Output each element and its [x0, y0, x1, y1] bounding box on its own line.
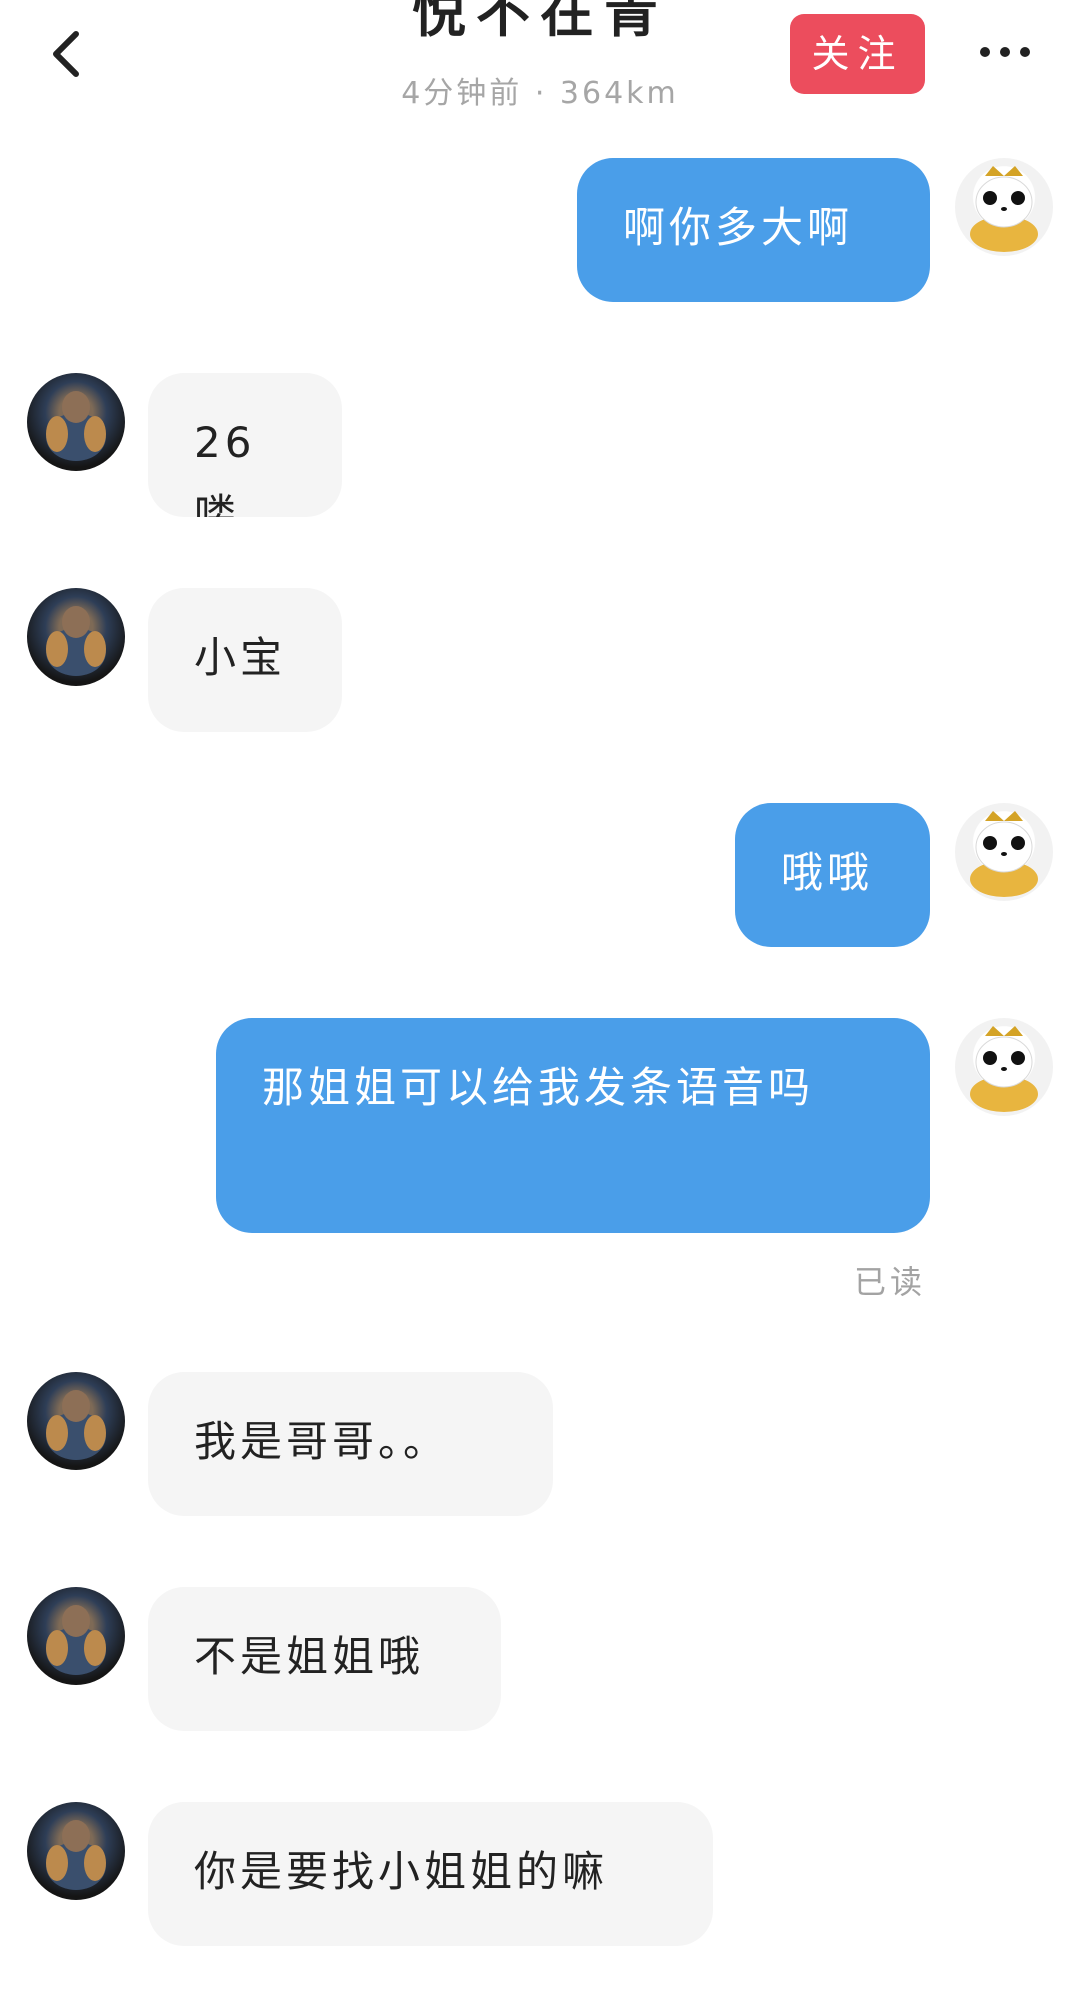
message-bubble[interactable]: 哦哦 — [735, 803, 930, 947]
user-avatar[interactable] — [955, 803, 1053, 901]
message-text: 那姐姐可以给我发条语音吗 — [262, 1063, 815, 1112]
more-dots-icon[interactable] — [970, 22, 1040, 82]
message-text: 我是哥哥。。 — [194, 1417, 450, 1466]
message-text: 不是姐姐哦 — [194, 1632, 425, 1681]
message-bubble[interactable]: 不是姐姐哦 — [148, 1587, 501, 1731]
message-row: 哦哦 — [0, 803, 1080, 953]
follow-button[interactable]: 关注 — [790, 14, 925, 94]
user-avatar[interactable] — [955, 158, 1053, 256]
message-text: 26喽 — [194, 418, 256, 517]
message-row: 你是要找小姐姐的嘛 — [0, 1802, 1080, 1952]
message-bubble[interactable]: 小宝 — [148, 588, 342, 732]
message-row: 26喽 — [0, 373, 1080, 523]
read-status: 已读 — [854, 1263, 927, 1301]
contact-avatar[interactable] — [27, 588, 125, 686]
message-text: 你是要找小姐姐的嘛 — [194, 1847, 609, 1896]
message-bubble[interactable]: 我是哥哥。。 — [148, 1372, 553, 1516]
message-bubble[interactable]: 你是要找小姐姐的嘛 — [148, 1802, 713, 1946]
message-row: 不是姐姐哦 — [0, 1587, 1080, 1737]
message-row: 我是哥哥。。 — [0, 1372, 1080, 1522]
contact-avatar[interactable] — [27, 1372, 125, 1470]
message-row: 啊你多大啊 — [0, 158, 1080, 308]
contact-avatar[interactable] — [27, 1802, 125, 1900]
contact-avatar[interactable] — [27, 1587, 125, 1685]
message-text: 哦哦 — [781, 848, 874, 897]
user-avatar[interactable] — [955, 1018, 1053, 1116]
message-bubble[interactable]: 26喽 — [148, 373, 342, 517]
message-row: 小宝 — [0, 588, 1080, 738]
message-bubble[interactable]: 那姐姐可以给我发条语音吗 — [216, 1018, 930, 1233]
contact-avatar[interactable] — [27, 373, 125, 471]
message-bubble[interactable]: 啊你多大啊 — [577, 158, 930, 302]
message-text: 啊你多大啊 — [623, 203, 854, 252]
message-text: 小宝 — [194, 633, 287, 682]
chat-header: 悦不在青 4分钟前 · 364km 关注 — [0, 0, 1080, 130]
message-row: 那姐姐可以给我发条语音吗 — [0, 1018, 1080, 1238]
